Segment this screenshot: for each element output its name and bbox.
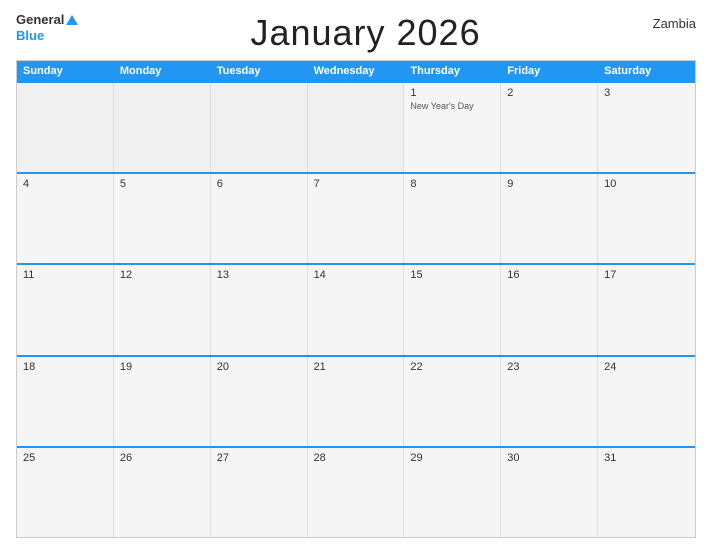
day-number: 11	[23, 269, 107, 281]
day-number: 9	[507, 178, 591, 190]
day-number: 12	[120, 269, 204, 281]
day-cell-27: 27	[211, 448, 308, 537]
day-cell-24: 24	[598, 357, 695, 446]
day-cell	[211, 83, 308, 172]
day-cell-7: 7	[308, 174, 405, 263]
day-cell-6: 6	[211, 174, 308, 263]
day-cell-28: 28	[308, 448, 405, 537]
day-number: 19	[120, 361, 204, 373]
day-number: 24	[604, 361, 689, 373]
day-number: 3	[604, 87, 689, 99]
day-cell-13: 13	[211, 265, 308, 354]
day-cell-16: 16	[501, 265, 598, 354]
day-number: 14	[314, 269, 398, 281]
day-number: 27	[217, 452, 301, 464]
day-cell-20: 20	[211, 357, 308, 446]
header-monday: Monday	[114, 61, 211, 81]
day-cell	[114, 83, 211, 172]
header-friday: Friday	[501, 61, 598, 81]
calendar-title: January 2026	[78, 12, 652, 54]
day-number: 31	[604, 452, 689, 464]
day-cell-12: 12	[114, 265, 211, 354]
day-number: 13	[217, 269, 301, 281]
header-wednesday: Wednesday	[308, 61, 405, 81]
day-number: 7	[314, 178, 398, 190]
header-sunday: Sunday	[17, 61, 114, 81]
week-row-1: 1 New Year's Day 2 3	[17, 81, 695, 172]
day-number: 5	[120, 178, 204, 190]
header-tuesday: Tuesday	[211, 61, 308, 81]
day-number: 22	[410, 361, 494, 373]
day-cell-4: 4	[17, 174, 114, 263]
day-cell-9: 9	[501, 174, 598, 263]
day-cell-26: 26	[114, 448, 211, 537]
day-cell-31: 31	[598, 448, 695, 537]
day-number: 15	[410, 269, 494, 281]
day-cell-19: 19	[114, 357, 211, 446]
day-cell-14: 14	[308, 265, 405, 354]
day-number: 4	[23, 178, 107, 190]
day-number: 17	[604, 269, 689, 281]
calendar-page: General Blue January 2026 Zambia Sunday …	[0, 0, 712, 550]
day-number: 28	[314, 452, 398, 464]
day-cell-1: 1 New Year's Day	[404, 83, 501, 172]
day-number: 2	[507, 87, 591, 99]
day-cell-23: 23	[501, 357, 598, 446]
day-number: 23	[507, 361, 591, 373]
day-number: 29	[410, 452, 494, 464]
day-number: 16	[507, 269, 591, 281]
day-cell-29: 29	[404, 448, 501, 537]
day-number: 1	[410, 87, 494, 99]
country-label: Zambia	[653, 12, 696, 31]
day-number: 8	[410, 178, 494, 190]
page-header: General Blue January 2026 Zambia	[16, 12, 696, 54]
week-row-4: 18 19 20 21 22 23 24	[17, 355, 695, 446]
day-cell	[17, 83, 114, 172]
day-cell-18: 18	[17, 357, 114, 446]
day-cell-8: 8	[404, 174, 501, 263]
header-thursday: Thursday	[404, 61, 501, 81]
day-cell-22: 22	[404, 357, 501, 446]
day-number: 10	[604, 178, 689, 190]
calendar-grid: Sunday Monday Tuesday Wednesday Thursday…	[16, 60, 696, 538]
day-number: 30	[507, 452, 591, 464]
day-cell-30: 30	[501, 448, 598, 537]
month-year-heading: January 2026	[78, 12, 652, 54]
day-number: 6	[217, 178, 301, 190]
week-row-3: 11 12 13 14 15 16 17	[17, 263, 695, 354]
logo: General Blue	[16, 12, 78, 43]
day-cell-21: 21	[308, 357, 405, 446]
day-number: 26	[120, 452, 204, 464]
day-cell-2: 2	[501, 83, 598, 172]
day-cell-3: 3	[598, 83, 695, 172]
day-cell-15: 15	[404, 265, 501, 354]
day-cell-17: 17	[598, 265, 695, 354]
logo-triangle-icon	[66, 15, 78, 25]
header-saturday: Saturday	[598, 61, 695, 81]
day-number: 18	[23, 361, 107, 373]
day-number: 20	[217, 361, 301, 373]
day-cell	[308, 83, 405, 172]
day-cell-5: 5	[114, 174, 211, 263]
calendar-weeks: 1 New Year's Day 2 3 4 5 6 7 8 9 10	[17, 81, 695, 537]
week-row-5: 25 26 27 28 29 30 31	[17, 446, 695, 537]
logo-general-text: General	[16, 12, 64, 28]
days-of-week-header: Sunday Monday Tuesday Wednesday Thursday…	[17, 61, 695, 81]
week-row-2: 4 5 6 7 8 9 10	[17, 172, 695, 263]
holiday-label: New Year's Day	[410, 101, 494, 112]
day-number: 21	[314, 361, 398, 373]
day-cell-25: 25	[17, 448, 114, 537]
logo-blue-text: Blue	[16, 28, 78, 44]
day-number: 25	[23, 452, 107, 464]
day-cell-10: 10	[598, 174, 695, 263]
day-cell-11: 11	[17, 265, 114, 354]
